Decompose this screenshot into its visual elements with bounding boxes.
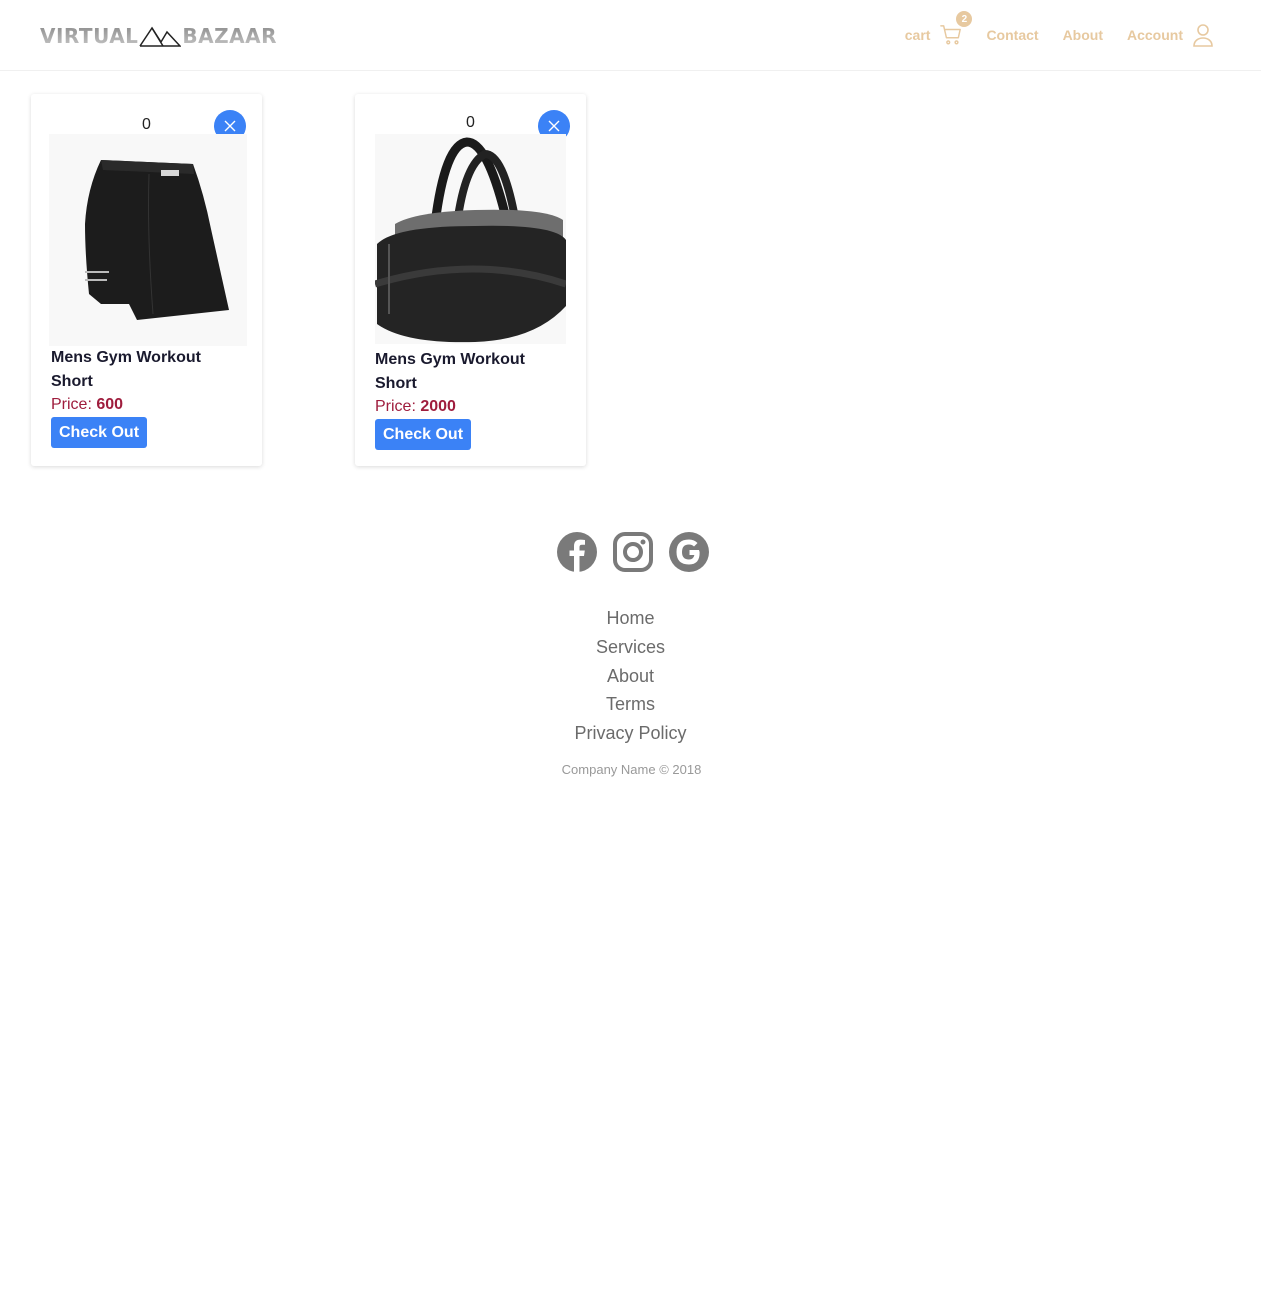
mountain-logo-icon — [139, 26, 182, 47]
user-icon — [1193, 24, 1213, 47]
cart-icon-wrap: 2 — [940, 11, 973, 46]
nav-contact[interactable]: Contact — [986, 27, 1038, 43]
copyright-text: Company Name © 2018 — [561, 762, 702, 777]
nav-account-label: Account — [1127, 27, 1183, 43]
checkout-button[interactable]: Check Out — [375, 419, 472, 450]
footer-link-privacy-policy[interactable]: Privacy Policy — [0, 719, 1261, 748]
cart-item-card: 0 Mens Gym Workout Short Price: 600 Chec… — [31, 94, 262, 466]
nav-cart-label: cart — [904, 27, 931, 43]
cart-count-badge: 2 — [956, 11, 973, 27]
black-skirt-image — [49, 134, 247, 346]
price-value: 2000 — [420, 398, 456, 415]
logo-text-left: VIRTUAL — [40, 24, 139, 48]
item-name: Mens Gym Workout Short — [51, 349, 201, 390]
footer-link-services[interactable]: Services — [0, 633, 1261, 662]
footer-link-home[interactable]: Home — [0, 604, 1261, 633]
item-price: Price: 600 — [51, 396, 123, 414]
social-links — [556, 531, 724, 573]
logo-text-right: BAZAAR — [182, 24, 278, 48]
footer-link-about[interactable]: About — [0, 662, 1261, 691]
duffel-bag-image — [373, 134, 568, 344]
product-image — [49, 134, 247, 346]
cart-icon — [940, 25, 962, 45]
product-image — [373, 134, 568, 344]
cart-item-card: 0 Mens Gym Workout Short Price: 2000 Che… — [355, 94, 586, 466]
logo[interactable]: VIRTUAL BAZAAR — [40, 22, 277, 50]
site-header: VIRTUAL BAZAAR cart 2 Contact About Acco… — [0, 0, 1261, 71]
nav-account[interactable]: Account — [1127, 23, 1213, 47]
close-icon — [224, 120, 236, 132]
nav-cart[interactable]: cart 2 — [904, 11, 973, 46]
top-nav: cart 2 Contact About Account — [904, 11, 1213, 50]
price-label: Price: — [51, 396, 92, 413]
instagram-icon[interactable] — [612, 531, 654, 573]
facebook-icon[interactable] — [556, 531, 598, 573]
price-value: 600 — [96, 396, 124, 413]
nav-about[interactable]: About — [1063, 27, 1103, 43]
footer-links: Home Services About Terms Privacy Policy — [0, 604, 1261, 748]
footer-link-terms[interactable]: Terms — [0, 690, 1261, 719]
checkout-button[interactable]: Check Out — [51, 417, 148, 448]
close-icon — [548, 120, 560, 132]
item-price: Price: 2000 — [375, 398, 456, 416]
item-name: Mens Gym Workout Short — [375, 351, 525, 392]
price-label: Price: — [375, 398, 416, 415]
google-icon[interactable] — [668, 531, 710, 573]
